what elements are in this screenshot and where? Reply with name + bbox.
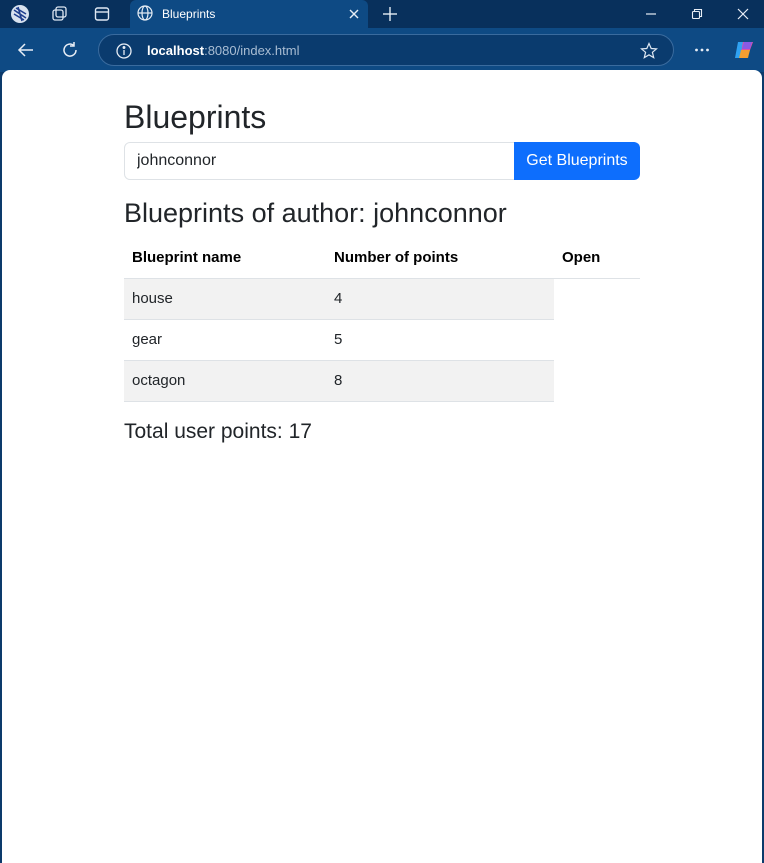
author-heading: Blueprints of author: johnconnor <box>124 198 507 228</box>
header-blueprint-name: Blueprint name <box>124 238 326 279</box>
vertical-tabs-icon[interactable] <box>92 4 112 24</box>
refresh-icon[interactable] <box>58 38 82 62</box>
address-bar[interactable]: localhost:8080/index.html <box>98 34 674 66</box>
cell-number-of-points: 5 <box>326 319 554 361</box>
page-title: Blueprints <box>124 99 267 135</box>
url-text[interactable]: localhost:8080/index.html <box>147 43 299 59</box>
workspaces-icon[interactable] <box>10 4 30 24</box>
navigation-bar: localhost:8080/index.html <box>0 28 764 72</box>
cell-blueprint-name: octagon <box>124 360 326 402</box>
table-row: house 4 <box>124 278 640 320</box>
url-host: localhost <box>147 43 205 58</box>
total-user-points: Total user points: 17 <box>124 420 312 443</box>
tab-actions-icon[interactable] <box>50 4 70 24</box>
copilot-icon[interactable] <box>732 38 756 62</box>
cell-number-of-points: 8 <box>326 360 554 402</box>
author-input[interactable] <box>124 142 516 180</box>
cell-open <box>554 278 640 319</box>
get-blueprints-button[interactable]: Get Blueprints <box>514 142 640 180</box>
cell-open <box>554 319 640 360</box>
cell-number-of-points: 4 <box>326 278 554 320</box>
author-search-group: Get Blueprints <box>124 142 640 180</box>
tab-blueprints[interactable]: Blueprints <box>130 0 368 28</box>
cell-open <box>554 360 640 401</box>
cell-blueprint-name: house <box>124 278 326 320</box>
globe-icon <box>136 4 154 22</box>
minimize-button[interactable] <box>640 4 662 24</box>
header-number-of-points: Number of points <box>326 238 554 279</box>
cell-blueprint-name: gear <box>124 319 326 361</box>
page-viewport: Blueprints Get Blueprints Blueprints of … <box>2 70 762 863</box>
plus-icon[interactable] <box>380 4 400 24</box>
info-icon[interactable] <box>115 42 133 60</box>
url-path: :8080/index.html <box>204 43 300 58</box>
blueprints-table: Blueprint name Number of points Open hou… <box>124 238 640 402</box>
table-row: gear 5 <box>124 319 640 361</box>
table-header-row: Blueprint name Number of points Open <box>124 238 640 279</box>
restore-button[interactable] <box>686 4 708 24</box>
back-arrow-icon[interactable] <box>14 38 38 62</box>
close-window-button[interactable] <box>732 4 754 24</box>
title-bar: Blueprints <box>0 0 764 28</box>
star-icon[interactable] <box>639 41 659 61</box>
table-row: octagon 8 <box>124 360 640 402</box>
header-open: Open <box>554 238 640 279</box>
close-icon[interactable] <box>344 4 364 24</box>
tab-title: Blueprints <box>162 7 216 21</box>
more-icon[interactable] <box>690 38 714 62</box>
